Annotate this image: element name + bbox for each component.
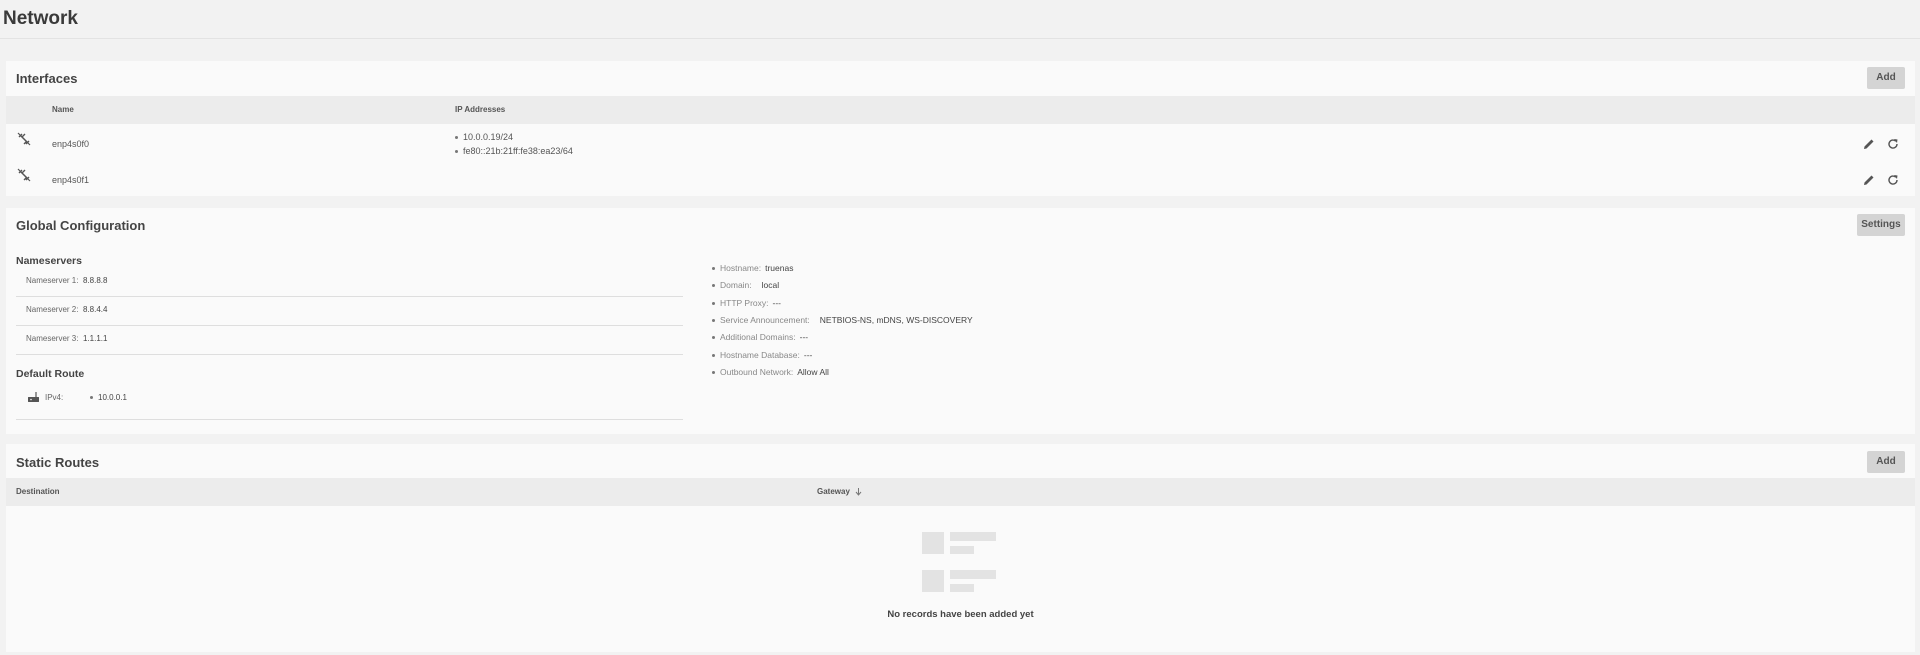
empty-state-text: No records have been added yet (887, 609, 1034, 620)
nameserver-row: Nameserver 2: 8.8.4.4 (16, 297, 683, 326)
static-routes-card: Static Routes Add Destination Gateway No… (6, 444, 1915, 652)
title-divider (0, 38, 1920, 39)
default-route-label: IPv4: (45, 393, 64, 402)
info-label: Service Announcement: (720, 315, 810, 325)
interfaces-table-header: Name IP Addresses (6, 96, 1915, 124)
link-off-icon (17, 132, 31, 146)
static-routes-title: Static Routes (16, 455, 100, 470)
nameserver-row: Nameserver 1: 8.8.8.8 (16, 268, 683, 297)
interfaces-title: Interfaces (16, 71, 78, 86)
global-configuration-card: Global Configuration Settings Nameserver… (6, 208, 1915, 434)
page-title: Network (3, 8, 78, 29)
hostname-database-item: Hostname Database: --- (712, 350, 812, 360)
static-routes-add-button[interactable]: Add (1867, 451, 1905, 473)
hostname-item: Hostname: truenas (712, 263, 793, 273)
nameservers-title: Nameservers (16, 255, 82, 267)
column-header-name[interactable]: Name (52, 96, 74, 124)
router-icon (28, 392, 39, 402)
info-value: --- (772, 298, 782, 308)
info-value: Allow All (797, 367, 829, 377)
info-label: Hostname Database: (720, 350, 800, 360)
additional-domains-item: Additional Domains: --- (712, 332, 808, 342)
link-off-icon (17, 168, 31, 182)
nameserver-row: Nameserver 3: 1.1.1.1 (16, 326, 683, 355)
column-header-gateway[interactable]: Gateway (817, 478, 862, 506)
info-label: Additional Domains: (720, 332, 796, 342)
edit-icon[interactable] (1863, 174, 1875, 186)
ip-address: fe80::21b:21ff:fe38:ea23/64 (455, 146, 573, 156)
info-value: --- (803, 350, 813, 360)
default-route-row: IPv4: 10.0.0.1 (16, 384, 683, 420)
service-announcement-item: Service Announcement: NETBIOS-NS, mDNS, W… (712, 315, 973, 325)
info-label: Hostname: (720, 263, 762, 273)
global-configuration-title: Global Configuration (16, 218, 146, 233)
empty-list-icon (922, 532, 996, 592)
column-header-gateway-label: Gateway (817, 487, 850, 496)
default-route-title: Default Route (16, 368, 85, 380)
refresh-icon[interactable] (1887, 174, 1899, 186)
refresh-icon[interactable] (1887, 138, 1899, 150)
nameserver-label: Nameserver 1: (26, 276, 79, 285)
interfaces-card: Interfaces Add Name IP Addresses enp4s0f… (6, 61, 1915, 196)
interfaces-add-button[interactable]: Add (1867, 67, 1905, 89)
nameserver-value: 8.8.8.8 (83, 276, 108, 285)
info-value: NETBIOS-NS, mDNS, WS-DISCOVERY (819, 315, 973, 325)
nameserver-value: 8.8.4.4 (83, 305, 108, 314)
info-value: truenas (765, 263, 794, 273)
sort-arrow-down-icon (855, 487, 862, 496)
http-proxy-item: HTTP Proxy: --- (712, 298, 781, 308)
info-label: Domain: (720, 280, 752, 290)
edit-icon[interactable] (1863, 138, 1875, 150)
settings-button[interactable]: Settings (1857, 214, 1905, 236)
nameserver-label: Nameserver 3: (26, 334, 79, 343)
nameserver-value: 1.1.1.1 (83, 334, 108, 343)
table-row: enp4s0f1 (6, 164, 1915, 194)
outbound-network-item: Outbound Network: Allow All (712, 367, 829, 377)
column-header-destination[interactable]: Destination (16, 478, 60, 506)
column-header-ip-addresses[interactable]: IP Addresses (455, 96, 505, 124)
domain-item: Domain: local (712, 280, 779, 290)
nameserver-label: Nameserver 2: (26, 305, 79, 314)
static-routes-table-header: Destination Gateway (6, 478, 1915, 506)
interface-name: enp4s0f0 (52, 139, 90, 149)
table-row: enp4s0f0 10.0.0.19/24 fe80::21b:21ff:fe3… (6, 124, 1915, 164)
info-value: --- (799, 332, 809, 342)
info-value: local (761, 280, 780, 290)
info-label: HTTP Proxy: (720, 298, 769, 308)
info-label: Outbound Network: (720, 367, 794, 377)
ip-address: 10.0.0.19/24 (455, 132, 513, 142)
default-route-value: 10.0.0.1 (90, 393, 127, 402)
interface-name: enp4s0f1 (52, 175, 90, 185)
